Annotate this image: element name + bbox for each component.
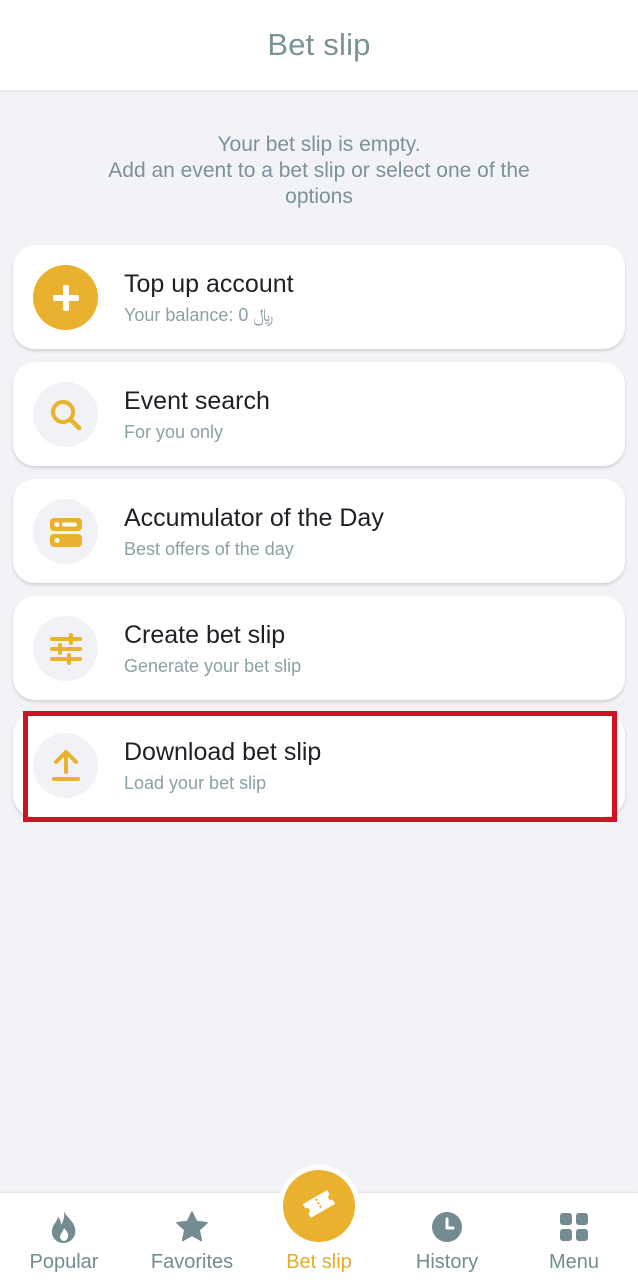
nav-item-history[interactable]: History — [383, 1193, 511, 1280]
accumulator-of-the-day-card[interactable]: Accumulator of the Day Best offers of th… — [13, 479, 625, 583]
nav-label-history: History — [415, 1251, 479, 1273]
create-bet-slip-card[interactable]: Create bet slip Generate your bet slip — [13, 596, 625, 700]
download-bet-slip-card[interactable]: Download bet slip Load your bet slip — [13, 713, 625, 817]
card-subtitle: Generate your bet slip — [124, 656, 302, 676]
card-subtitle: Load your bet slip — [124, 773, 267, 793]
upload-icon — [33, 733, 98, 798]
options-list: Top up account Your balance: 0 ﷼ Event s… — [13, 245, 625, 830]
empty-message-line-1: Your bet slip is empty. — [217, 133, 421, 156]
nav-label-popular: Popular — [29, 1251, 99, 1273]
ticket-icon — [299, 1184, 339, 1229]
nav-item-menu[interactable]: Menu — [510, 1193, 638, 1280]
nav-label-menu: Menu — [548, 1251, 600, 1273]
nav-label-favorites: Favorites — [150, 1251, 234, 1273]
empty-message-line-2: Add an event to a bet slip or select one… — [108, 159, 530, 182]
plus-icon — [33, 265, 98, 330]
fire-icon — [49, 1210, 79, 1244]
nav-label-bet-slip: Bet slip — [286, 1251, 352, 1273]
search-icon — [33, 382, 98, 447]
empty-message-line-3: options — [285, 185, 353, 208]
card-subtitle: Your balance: 0 ﷼ — [124, 305, 274, 325]
clock-icon — [430, 1210, 464, 1244]
card-title: Event search — [124, 387, 270, 415]
accumulator-icon — [33, 499, 98, 564]
card-title: Accumulator of the Day — [124, 504, 384, 532]
star-icon — [175, 1210, 209, 1244]
grid-icon — [559, 1210, 589, 1244]
empty-bet-slip-message: Your bet slip is empty. Add an event to … — [60, 132, 578, 210]
card-title: Create bet slip — [124, 621, 286, 649]
sliders-icon — [33, 616, 98, 681]
card-title: Top up account — [124, 270, 294, 298]
nav-item-favorites[interactable]: Favorites — [128, 1193, 256, 1280]
app-header: Bet slip — [0, 0, 638, 90]
bet-slip-center-button[interactable] — [283, 1170, 355, 1242]
nav-item-popular[interactable]: Popular — [0, 1193, 128, 1280]
card-subtitle: For you only — [124, 422, 224, 442]
top-up-account-card[interactable]: Top up account Your balance: 0 ﷼ — [13, 245, 625, 349]
card-title: Download bet slip — [124, 738, 322, 766]
event-search-card[interactable]: Event search For you only — [13, 362, 625, 466]
page-title: Bet slip — [267, 27, 371, 62]
card-subtitle: Best offers of the day — [124, 539, 294, 559]
